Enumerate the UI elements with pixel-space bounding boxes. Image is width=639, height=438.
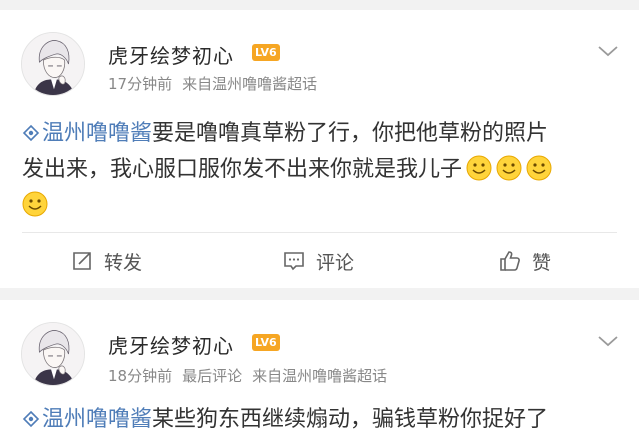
supertopic-icon (22, 124, 40, 142)
level-badge: LV6 (252, 44, 280, 61)
post-meta: 18分钟前 最后评论 来自温州噜噜酱超话 (108, 365, 397, 386)
divider (22, 232, 617, 233)
level-badge: LV6 (252, 334, 280, 351)
chevron-down-icon[interactable] (597, 44, 619, 58)
post-source[interactable]: 来自温州噜噜酱超话 (182, 75, 317, 93)
avatar[interactable] (21, 32, 85, 96)
smile-emoji-icon (466, 155, 492, 181)
supertopic-link[interactable]: 温州噜噜酱 (22, 121, 152, 146)
smile-emoji-icon (496, 155, 522, 181)
repost-icon (73, 252, 91, 270)
post-time[interactable]: 18分钟前 (108, 367, 172, 385)
comment-button[interactable]: 评论 (282, 246, 354, 276)
post-text-1: 要是噜噜真草粉了行，你把他草粉的照片 (152, 121, 549, 146)
post-text-1: 某些狗东西继续煽动，骗钱草粉你捉好了 (152, 407, 549, 432)
post-time[interactable]: 17分钟前 (108, 75, 172, 93)
username[interactable]: 虎牙绘梦初心 (108, 40, 234, 69)
username[interactable]: 虎牙绘梦初心 (108, 330, 234, 359)
smile-emoji-icon (22, 191, 48, 217)
comment-label: 评论 (316, 251, 355, 274)
post-source[interactable]: 来自温州噜噜酱超话 (252, 367, 387, 385)
post-text-2: 发出来，我心服口服你发不出来你就是我儿子 (22, 157, 463, 182)
weibo-post-card: 虎牙绘梦初心 LV6 18分钟前 最后评论 来自温州噜噜酱超话 温州噜噜酱某些狗东西… (0, 300, 639, 438)
avatar[interactable] (21, 322, 85, 386)
post-text-line: 温州噜噜酱某些狗东西继续煽动，骗钱草粉你捉好了 (22, 402, 622, 438)
supertopic-icon (22, 410, 40, 428)
chevron-down-icon[interactable] (597, 334, 619, 348)
weibo-post-card: 虎牙绘梦初心 LV6 17分钟前 来自温州噜噜酱超话 温州噜噜酱要是噜噜真草粉了行… (0, 10, 639, 288)
comment-icon (284, 252, 304, 271)
post-meta: 17分钟前 来自温州噜噜酱超话 (108, 73, 327, 94)
repost-button[interactable]: 转发 (70, 246, 142, 276)
post-text-line: 发出来，我心服口服你发不出来你就是我儿子 (22, 152, 622, 188)
repost-label: 转发 (104, 251, 143, 274)
smile-emoji-icon (526, 155, 552, 181)
supertopic-link[interactable]: 温州噜噜酱 (22, 407, 152, 432)
like-label: 赞 (532, 251, 552, 274)
like-button[interactable]: 赞 (498, 246, 551, 276)
post-last-comment: 最后评论 (182, 367, 243, 385)
post-text-line: 温州噜噜酱要是噜噜真草粉了行，你把他草粉的照片 (22, 116, 622, 152)
thumbs-up-icon (500, 251, 520, 271)
post-text-line (22, 188, 622, 224)
